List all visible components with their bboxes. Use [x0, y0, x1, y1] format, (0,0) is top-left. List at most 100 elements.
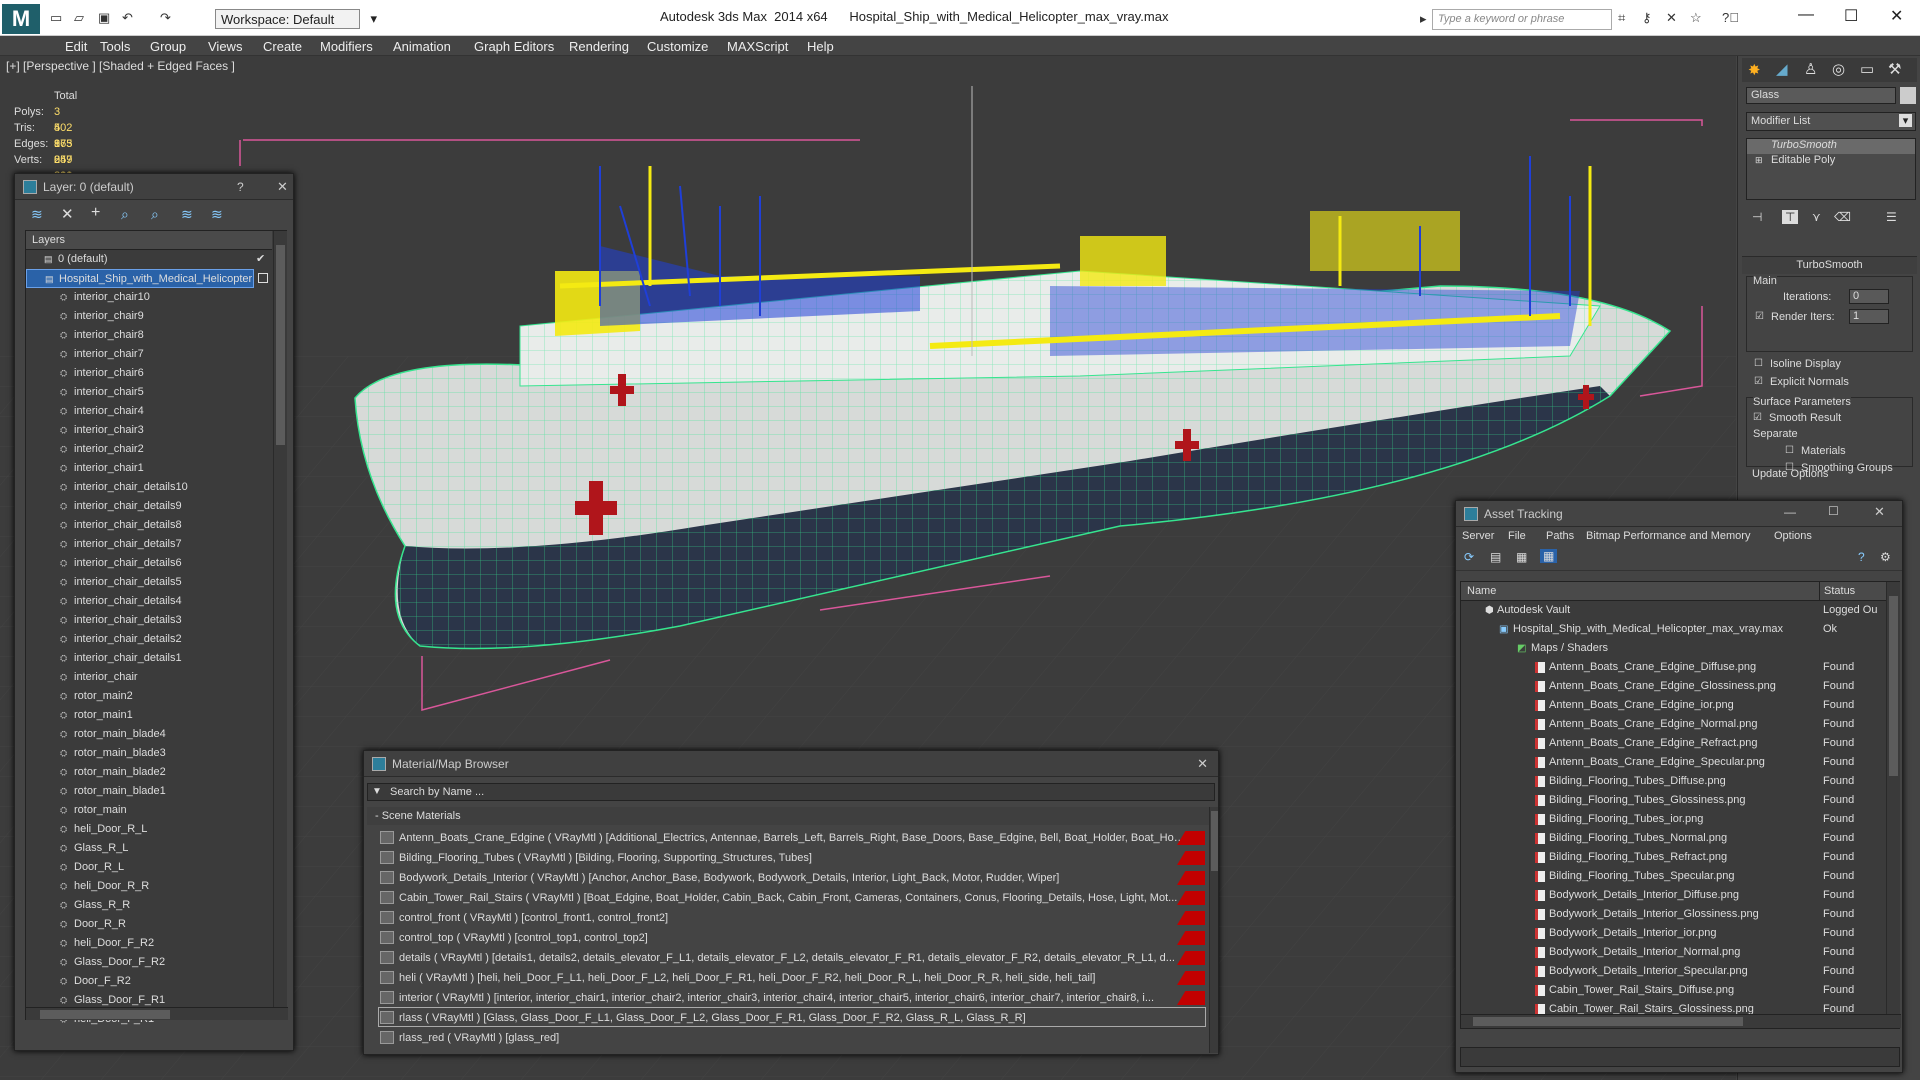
layer-object-row[interactable]: ⛭ interior_chair_details4: [26, 592, 272, 611]
search-options-icon[interactable]: ▼: [372, 786, 382, 797]
scroll-thumb[interactable]: [276, 245, 285, 445]
layer-object-row[interactable]: ⛭ interior_chair8: [26, 326, 272, 345]
asset-row-map[interactable]: Bodywork_Details_Interior_ior.png Found: [1461, 924, 1885, 943]
object-name-field[interactable]: Glass: [1746, 87, 1896, 104]
save-file-icon[interactable]: ▣: [98, 10, 110, 26]
binoculars-icon[interactable]: ⌗: [1618, 10, 1625, 26]
asset-row-map[interactable]: Bilding_Flooring_Tubes_Normal.png Found: [1461, 829, 1885, 848]
asset-row-map[interactable]: Antenn_Boats_Crane_Edgine_Specular.png Fo…: [1461, 753, 1885, 772]
material-item[interactable]: rlass_red ( VRayMtl ) [glass_red]: [378, 1027, 1206, 1047]
help-icon[interactable]: ?⃝: [1722, 10, 1739, 25]
asset-menu-paths[interactable]: Paths: [1546, 530, 1574, 542]
smooth-result-checkbox[interactable]: ☑: [1753, 412, 1762, 423]
key-icon[interactable]: ⚷: [1642, 10, 1652, 26]
layer-object-row[interactable]: ⛭ interior_chair_details6: [26, 554, 272, 573]
asset-menu-server[interactable]: Server: [1462, 530, 1494, 542]
layer-object-row[interactable]: ⛭ interior_chair2: [26, 440, 272, 459]
menu-item-create[interactable]: Create: [263, 39, 302, 54]
material-item[interactable]: Bilding_Flooring_Tubes ( VRayMtl ) [Bild…: [378, 847, 1206, 867]
layer-object-row[interactable]: ⛭ Door_F_R2: [26, 972, 272, 991]
select-in-layer-icon[interactable]: ⌕: [121, 206, 129, 223]
favorites-icon[interactable]: ☆: [1690, 10, 1702, 26]
material-item[interactable]: heli ( VRayMtl ) [heli, heli_Door_F_L1, …: [378, 967, 1206, 987]
new-file-icon[interactable]: ▭: [50, 10, 62, 26]
asset-menu-options[interactable]: Options: [1774, 530, 1812, 542]
menu-item-help[interactable]: Help: [807, 39, 834, 54]
asset-row-file[interactable]: ▣ Hospital_Ship_with_Medical_Helicopter_m…: [1461, 620, 1885, 639]
make-unique-icon[interactable]: ⋎: [1812, 210, 1821, 224]
asset-row-map[interactable]: Antenn_Boats_Crane_Edgine_Refract.png Fou…: [1461, 734, 1885, 753]
asset-hscrollbar[interactable]: [1461, 1014, 1901, 1028]
asset-row-map[interactable]: Bilding_Flooring_Tubes_Glossiness.png Fou…: [1461, 791, 1885, 810]
list-view-icon[interactable]: ▤: [1490, 550, 1501, 564]
display-tab-icon[interactable]: ▭: [1860, 60, 1874, 78]
search-input[interactable]: Type a keyword or phrase: [1432, 9, 1612, 30]
name-column-header[interactable]: Name: [1467, 585, 1496, 597]
asset-row-vault[interactable]: ⬢ Autodesk Vault Logged Ou: [1461, 601, 1885, 620]
asset-row-map[interactable]: Antenn_Boats_Crane_Edgine_Diffuse.png Fou…: [1461, 658, 1885, 677]
close-button[interactable]: ✕: [277, 179, 288, 195]
menu-item-graph-editors[interactable]: Graph Editors: [474, 39, 554, 54]
asset-row-map[interactable]: Bilding_Flooring_Tubes_Refract.png Found: [1461, 848, 1885, 867]
layer-object-row[interactable]: ⛭ interior_chair_details8: [26, 516, 272, 535]
motion-tab-icon[interactable]: ◎: [1832, 60, 1845, 78]
layer-object-row[interactable]: ⛭ rotor_main2: [26, 687, 272, 706]
layer-object-row[interactable]: ⛭ interior_chair_details2: [26, 630, 272, 649]
layer-row-selected[interactable]: ▤ Hospital_Ship_with_Medical_Helicopter: [26, 269, 254, 288]
redo-icon[interactable]: ↷: [160, 10, 171, 26]
menu-item-tools[interactable]: Tools: [100, 39, 130, 54]
material-item[interactable]: Antenn_Boats_Crane_Edgine ( VRayMtl ) [A…: [378, 827, 1206, 847]
utilities-tab-icon[interactable]: ⚒: [1888, 60, 1901, 78]
asset-menu-file[interactable]: File: [1508, 530, 1526, 542]
isoline-checkbox[interactable]: ☐: [1754, 358, 1763, 369]
modify-tab-icon[interactable]: ◢: [1776, 60, 1788, 78]
new-layer-icon[interactable]: ≋: [31, 206, 43, 223]
menu-item-rendering[interactable]: Rendering: [569, 39, 629, 54]
asset-row-map[interactable]: Antenn_Boats_Crane_Edgine_Glossiness.png…: [1461, 677, 1885, 696]
render-iters-checkbox[interactable]: ☑: [1755, 311, 1764, 322]
hscroll-thumb[interactable]: [1473, 1017, 1743, 1026]
asset-scrollbar[interactable]: [1886, 582, 1900, 1014]
remove-modifier-icon[interactable]: ⌫: [1834, 210, 1851, 224]
layer-object-row[interactable]: ⛭ rotor_main_blade1: [26, 782, 272, 801]
render-iters-spinner[interactable]: 1: [1849, 309, 1889, 324]
add-to-layer-icon[interactable]: +: [91, 204, 100, 222]
layer-object-row[interactable]: ⛭ interior_chair4: [26, 402, 272, 421]
asset-row-map[interactable]: Antenn_Boats_Crane_Edgine_Normal.png Foun…: [1461, 715, 1885, 734]
asset-row-map[interactable]: Bilding_Flooring_Tubes_Diffuse.png Found: [1461, 772, 1885, 791]
layer-scrollbar[interactable]: [273, 231, 287, 1007]
stack-item-editable-poly[interactable]: ⊞ Editable Poly: [1747, 154, 1915, 169]
modifier-list-dropdown[interactable]: Modifier List ▾: [1746, 112, 1916, 131]
hscroll-thumb[interactable]: [40, 1010, 170, 1019]
scroll-thumb[interactable]: [1211, 811, 1218, 871]
layer-hscrollbar[interactable]: [26, 1007, 288, 1020]
asset-menu-bitmap[interactable]: Bitmap Performance and Memory: [1586, 530, 1750, 542]
iterations-spinner[interactable]: 0: [1849, 289, 1889, 304]
asset-row-map[interactable]: Antenn_Boats_Crane_Edgine_ior.png Found: [1461, 696, 1885, 715]
layer-object-row[interactable]: ⛭ interior_chair_details1: [26, 649, 272, 668]
asset-row-map[interactable]: Bodywork_Details_Interior_Diffuse.png Fou…: [1461, 886, 1885, 905]
layer-object-row[interactable]: ⛭ interior_chair3: [26, 421, 272, 440]
help-button[interactable]: ?: [237, 180, 244, 194]
object-color-swatch[interactable]: [1900, 87, 1916, 104]
material-search-field[interactable]: ▼ Search by Name ...: [367, 783, 1215, 801]
layer-object-row[interactable]: ⛭ Door_R_R: [26, 915, 272, 934]
asset-row-map[interactable]: Cabin_Tower_Rail_Stairs_Diffuse.png Found: [1461, 981, 1885, 1000]
current-layer-toggle[interactable]: [258, 273, 268, 283]
settings-icon[interactable]: ⚙: [1880, 550, 1891, 564]
material-browser-titlebar[interactable]: Material/Map Browser ✕: [364, 751, 1218, 777]
material-item[interactable]: Cabin_Tower_Rail_Stairs ( VRayMtl ) [Boa…: [378, 887, 1206, 907]
material-item[interactable]: rlass ( VRayMtl ) [Glass, Glass_Door_F_L…: [378, 1007, 1206, 1027]
layer-object-row[interactable]: ⛭ rotor_main_blade2: [26, 763, 272, 782]
material-item[interactable]: control_front ( VRayMtl ) [control_front…: [378, 907, 1206, 927]
layer-object-row[interactable]: ⛭ rotor_main1: [26, 706, 272, 725]
layer-object-row[interactable]: ⛭ interior_chair: [26, 668, 272, 687]
asset-row-map[interactable]: Bodywork_Details_Interior_Specular.png Fo…: [1461, 962, 1885, 981]
undo-icon[interactable]: ↶: [122, 10, 133, 26]
workspace-dropdown[interactable]: Workspace: Default ▾: [215, 9, 377, 29]
layer-object-row[interactable]: ⛭ rotor_main_blade4: [26, 725, 272, 744]
layer-object-row[interactable]: ⛭ interior_chair1: [26, 459, 272, 478]
hierarchy-tab-icon[interactable]: ♙: [1804, 60, 1817, 78]
layer-panel-titlebar[interactable]: Layer: 0 (default) ? ✕: [15, 174, 293, 200]
menu-item-animation[interactable]: Animation: [393, 39, 451, 54]
